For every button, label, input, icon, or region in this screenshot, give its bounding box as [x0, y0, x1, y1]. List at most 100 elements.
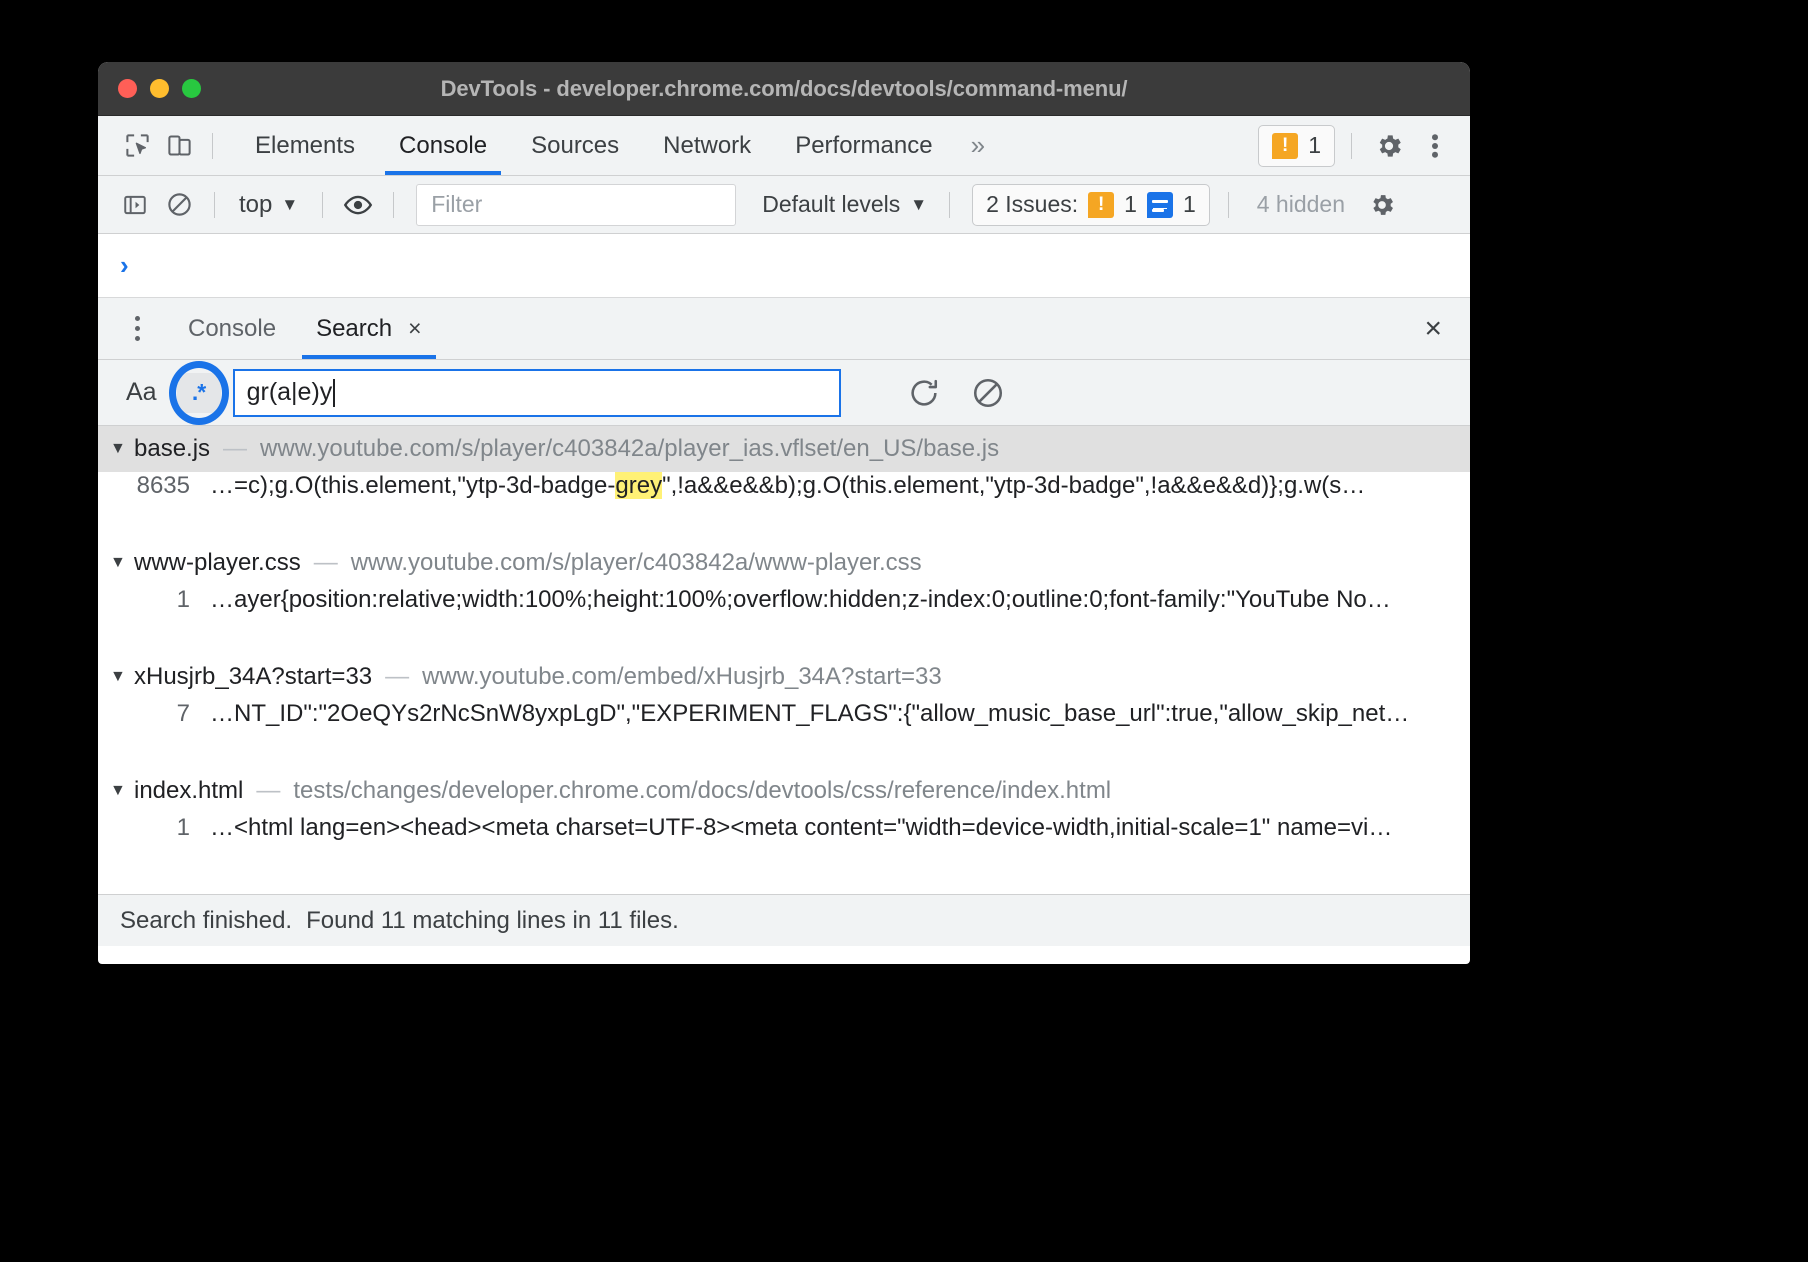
more-tabs-icon[interactable]: »	[955, 130, 998, 161]
result-match-highlight: grey	[615, 472, 662, 499]
result-line-number: 1	[98, 586, 190, 614]
chevron-down-icon-result-3[interactable]: ▼	[110, 782, 128, 800]
warning-icon-toolbar	[1088, 192, 1114, 218]
result-dash: —	[256, 777, 280, 805]
refresh-icon[interactable]	[907, 376, 941, 410]
toolbar-divider-right	[1351, 133, 1352, 159]
console-toolbar-divider-2	[322, 192, 323, 218]
search-action-buttons	[907, 376, 1005, 410]
console-toolbar-divider-1	[214, 192, 215, 218]
clear-console-icon[interactable]	[158, 184, 200, 226]
result-file-url: www.youtube.com/s/player/c403842a/player…	[260, 435, 999, 463]
issues-warning-count: 1	[1124, 191, 1137, 218]
result-line-code: …NT_ID":"2OeQYs2rNcSnW8yxpLgD","EXPERIME…	[210, 700, 1464, 728]
search-result-file-header[interactable]: ▼ www-player.css — www.youtube.com/s/pla…	[98, 540, 1470, 586]
result-dash: —	[242, 891, 266, 894]
tab-network[interactable]: Network	[641, 116, 773, 175]
live-expression-eye-icon[interactable]	[337, 184, 379, 226]
tab-performance[interactable]: Performance	[773, 116, 954, 175]
filter-input[interactable]: Filter	[416, 184, 736, 226]
result-file-name: xHusjrb_34A?start=33	[134, 663, 372, 691]
search-result-file-header[interactable]: ▼ base.js — www.youtube.com/s/player/c40…	[98, 426, 1470, 472]
maximize-window-button[interactable]	[182, 79, 201, 98]
drawer-tab-console[interactable]: Console	[168, 298, 296, 359]
search-result-line[interactable]: 1 …<html lang=en><head><meta charset=UTF…	[98, 814, 1470, 864]
close-drawer-icon[interactable]: ×	[1414, 312, 1452, 346]
console-toolbar-divider-4	[949, 192, 950, 218]
result-file-url: www.youtube.com/embed/xHusjrb_34A?start=…	[422, 663, 942, 691]
console-toolbar-divider-5	[1228, 192, 1229, 218]
regex-button-wrapper: .*	[171, 370, 227, 416]
tab-sources[interactable]: Sources	[509, 116, 641, 175]
window-title: DevTools - developer.chrome.com/docs/dev…	[98, 76, 1470, 102]
search-query-input[interactable]: gr(a|e)y	[233, 369, 841, 417]
issues-summary-label: 2 Issues:	[986, 191, 1078, 218]
drawer-tab-search[interactable]: Search ×	[296, 298, 441, 359]
tab-console[interactable]: Console	[377, 116, 509, 175]
chevron-down-icon: ▼	[281, 195, 298, 215]
minimize-window-button[interactable]	[150, 79, 169, 98]
search-toolbar: Aa .* gr(a|e)y	[98, 360, 1470, 426]
info-icon-toolbar	[1147, 192, 1173, 218]
device-toolbar-icon[interactable]	[158, 125, 200, 167]
result-file-url: tests/changes/localhost:8080/css/main.cs…	[279, 891, 733, 894]
close-icon-search-tab[interactable]: ×	[408, 315, 421, 342]
result-line-code: …ayer{position:relative;width:100%;heigh…	[210, 586, 1464, 614]
log-levels-label: Default levels	[762, 191, 900, 218]
close-window-button[interactable]	[118, 79, 137, 98]
result-spacer-3	[98, 864, 1470, 882]
result-spacer-1	[98, 636, 1470, 654]
search-status-detail: Found 11 matching lines in 11 files.	[306, 907, 679, 935]
result-line-number: 1	[98, 814, 190, 842]
match-case-button[interactable]: Aa	[112, 378, 171, 407]
search-result-file-header[interactable]: ▼ xHusjrb_34A?start=33 — www.youtube.com…	[98, 654, 1470, 700]
drawer-tabbar: Console Search × ×	[98, 298, 1470, 360]
console-prompt[interactable]: ›	[98, 234, 1470, 298]
result-file-name: base.js	[134, 435, 210, 463]
search-result-file-header[interactable]: ▼ index.html — tests/changes/developer.c…	[98, 768, 1470, 814]
result-dash: —	[223, 435, 247, 463]
chevron-down-icon-result-0[interactable]: ▼	[110, 440, 128, 458]
console-sidebar-icon[interactable]	[114, 184, 156, 226]
console-toolbar-divider-3	[393, 192, 394, 218]
result-dash: —	[385, 663, 409, 691]
hidden-messages-label[interactable]: 4 hidden	[1257, 191, 1345, 218]
tab-elements[interactable]: Elements	[233, 116, 377, 175]
screenshot-root: DevTools - developer.chrome.com/docs/dev…	[0, 0, 1808, 1262]
devtools-main-tabbar: Elements Console Sources Network Perform…	[98, 116, 1470, 176]
search-result-line[interactable]: 8635 …=c);g.O(this.element,"ytp-3d-badge…	[98, 472, 1470, 522]
use-regex-button[interactable]: .*	[177, 373, 221, 413]
log-levels-selector[interactable]: Default levels ▼	[754, 191, 935, 218]
search-result-group: ▼ base.js — www.youtube.com/s/player/c40…	[98, 426, 1470, 522]
inspect-element-icon[interactable]	[116, 125, 158, 167]
result-line-code: …<html lang=en><head><meta charset=UTF-8…	[210, 814, 1464, 842]
search-results-list[interactable]: ▼ base.js — www.youtube.com/s/player/c40…	[98, 426, 1470, 894]
issues-info-count: 1	[1183, 191, 1196, 218]
result-line-number: 8635	[98, 472, 190, 500]
result-dash: —	[314, 549, 338, 577]
result-file-name: www-player.css	[134, 549, 301, 577]
search-result-group: ▼ xHusjrb_34A?start=33 — www.youtube.com…	[98, 654, 1470, 750]
search-result-line[interactable]: 1 …ayer{position:relative;width:100%;hei…	[98, 586, 1470, 636]
issues-counter-button[interactable]: 1	[1258, 125, 1335, 167]
drawer-more-options-icon[interactable]	[120, 309, 154, 349]
search-status-text: Search finished.	[120, 907, 292, 935]
execution-context-selector[interactable]: top ▼	[229, 191, 308, 219]
chevron-down-icon-result-1[interactable]: ▼	[110, 554, 128, 572]
search-result-line[interactable]: 7 …NT_ID":"2OeQYs2rNcSnW8yxpLgD","EXPERI…	[98, 700, 1470, 750]
console-settings-gear-icon[interactable]	[1361, 184, 1403, 226]
result-spacer-2	[98, 750, 1470, 768]
window-traffic-lights	[118, 79, 201, 98]
search-status-bar: Search finished. Found 11 matching lines…	[98, 894, 1470, 946]
clear-search-icon[interactable]	[971, 376, 1005, 410]
panel-tabs: Elements Console Sources Network Perform…	[233, 116, 998, 175]
chevron-down-icon-levels: ▼	[910, 195, 927, 215]
gear-icon[interactable]	[1368, 125, 1410, 167]
more-options-icon[interactable]	[1414, 125, 1456, 167]
result-line-number: 7	[98, 700, 190, 728]
console-toolbar: top ▼ Filter Default levels ▼ 2 Issues: …	[98, 176, 1470, 234]
chevron-down-icon-result-2[interactable]: ▼	[110, 668, 128, 686]
search-result-file-header[interactable]: ▼ main.css — tests/changes/localhost:808…	[98, 882, 1470, 894]
result-spacer-0	[98, 522, 1470, 540]
issues-summary-button[interactable]: 2 Issues: 1 1	[972, 184, 1210, 226]
